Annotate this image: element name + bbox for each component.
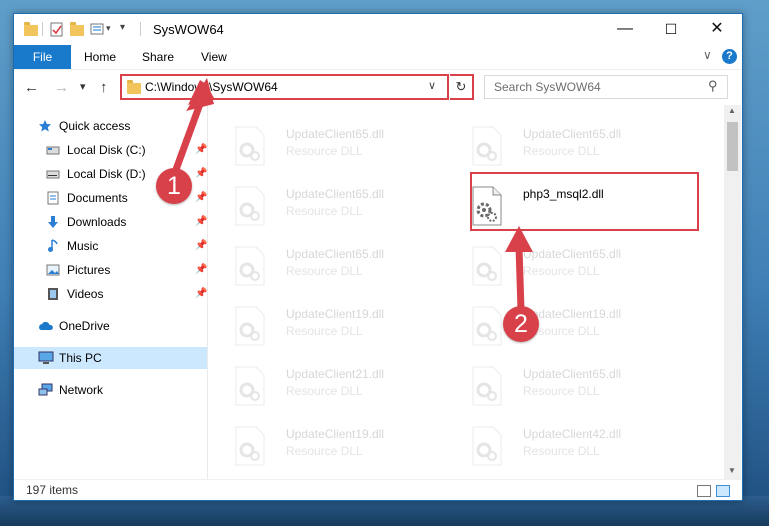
callout-arrows xyxy=(170,78,533,314)
callout-number-2: 2 xyxy=(503,306,539,342)
callout-arrow-1 xyxy=(170,100,204,179)
callout-number-1: 1 xyxy=(156,168,192,204)
callout-arrow-2 xyxy=(515,243,525,314)
arrowhead-2-icon xyxy=(505,226,533,252)
